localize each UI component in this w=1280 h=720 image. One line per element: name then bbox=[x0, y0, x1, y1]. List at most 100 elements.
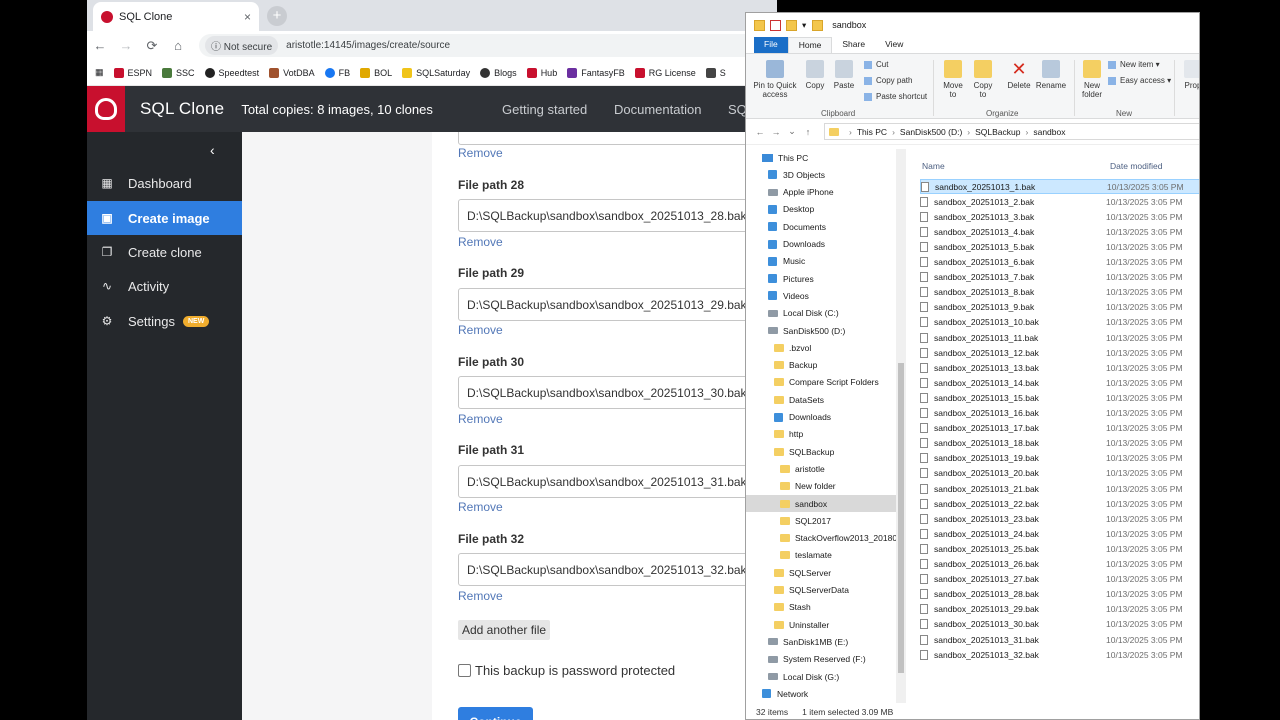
new-folder-quick-icon[interactable] bbox=[786, 19, 797, 31]
file-path-input[interactable] bbox=[458, 553, 777, 586]
recent-dropdown-icon[interactable]: ⌄ bbox=[784, 126, 800, 137]
paste-shortcut-button[interactable]: Paste shortcut bbox=[864, 92, 927, 101]
file-row[interactable]: sandbox_20251013_14.bak 10/13/2025 3:05 P… bbox=[920, 375, 1199, 390]
nav-tree-item[interactable]: teslamate bbox=[746, 547, 896, 564]
bookmark-fb[interactable]: FB bbox=[324, 67, 350, 78]
nav-tree-item[interactable]: New folder bbox=[746, 478, 896, 495]
remove-link[interactable]: Remove bbox=[458, 412, 503, 426]
bookmark-blogs[interactable]: Blogs bbox=[480, 67, 517, 78]
nav-tree-item[interactable]: Uninstaller bbox=[746, 616, 896, 633]
nav-tree-item[interactable]: Documents bbox=[746, 218, 896, 235]
tab-share[interactable]: Share bbox=[832, 37, 875, 53]
copy-path-button[interactable]: Copy path bbox=[864, 76, 912, 85]
file-row[interactable]: sandbox_20251013_7.bak 10/13/2025 3:05 PM bbox=[920, 270, 1199, 285]
bookmark-votdba[interactable]: VotDBA bbox=[269, 67, 315, 78]
file-row[interactable]: sandbox_20251013_1.bak 10/13/2025 3:05 PM bbox=[920, 179, 1199, 194]
bookmark-fantasyfb[interactable]: FantasyFB bbox=[567, 67, 625, 78]
password-protected-checkbox[interactable] bbox=[458, 664, 471, 677]
tab-sql-clone[interactable]: SQL Clone × bbox=[93, 2, 259, 31]
up-arrow-icon[interactable]: ↑ bbox=[800, 127, 816, 137]
file-row[interactable]: sandbox_20251013_30.bak 10/13/2025 3:05 P… bbox=[920, 617, 1199, 632]
tab-file[interactable]: File bbox=[754, 37, 788, 53]
nav-tree-item[interactable]: Stash bbox=[746, 599, 896, 616]
move-to-button[interactable]: Move to bbox=[940, 60, 966, 99]
forward-arrow-icon[interactable]: → bbox=[768, 127, 784, 137]
bookmark-hub[interactable]: Hub bbox=[526, 67, 557, 78]
nav-tree-item[interactable]: Backup bbox=[746, 357, 896, 374]
home-button[interactable]: ⌂ bbox=[165, 38, 191, 53]
back-button[interactable]: ← bbox=[87, 38, 113, 53]
cut-button[interactable]: Cut bbox=[864, 60, 888, 69]
tab-home[interactable]: Home bbox=[787, 37, 833, 53]
forward-button[interactable]: → bbox=[113, 38, 139, 53]
file-row[interactable]: sandbox_20251013_23.bak 10/13/2025 3:05 P… bbox=[920, 511, 1199, 526]
nav-tree-item[interactable]: http bbox=[746, 426, 896, 443]
getting-started-link[interactable]: Getting started bbox=[502, 102, 587, 117]
file-row[interactable]: sandbox_20251013_25.bak 10/13/2025 3:05 P… bbox=[920, 541, 1199, 556]
file-path-input-partial[interactable] bbox=[458, 132, 777, 145]
nav-tree-item[interactable]: 3D Objects bbox=[746, 166, 896, 183]
pin-to-quick-access-button[interactable]: Pin to Quick access bbox=[750, 60, 800, 99]
properties-quick-icon[interactable] bbox=[770, 19, 781, 31]
file-row[interactable]: sandbox_20251013_17.bak 10/13/2025 3:05 P… bbox=[920, 421, 1199, 436]
file-row[interactable]: sandbox_20251013_16.bak 10/13/2025 3:05 P… bbox=[920, 406, 1199, 421]
breadcrumb-sandisk500[interactable]: SanDisk500 (D:) bbox=[900, 127, 962, 137]
sidebar-item-settings[interactable]: ⚙ Settings NEW bbox=[87, 304, 242, 338]
rename-button[interactable]: Rename bbox=[1034, 60, 1068, 90]
nav-tree-item[interactable]: SanDisk1MB (E:) bbox=[746, 633, 896, 650]
file-row[interactable]: sandbox_20251013_8.bak 10/13/2025 3:05 PM bbox=[920, 285, 1199, 300]
nav-tree-item[interactable]: Local Disk (C:) bbox=[746, 305, 896, 322]
file-path-input[interactable] bbox=[458, 465, 777, 498]
file-row[interactable]: sandbox_20251013_27.bak 10/13/2025 3:05 P… bbox=[920, 572, 1199, 587]
sidebar-item-create-clone[interactable]: ❐ Create clone bbox=[87, 235, 242, 269]
file-row[interactable]: sandbox_20251013_2.bak 10/13/2025 3:05 PM bbox=[920, 194, 1199, 209]
bookmark-sqlsaturday[interactable]: SQLSaturday bbox=[402, 67, 470, 78]
nav-tree-item[interactable]: System Reserved (F:) bbox=[746, 651, 896, 668]
nav-tree-item[interactable]: Network bbox=[746, 685, 896, 702]
remove-link[interactable]: Remove bbox=[458, 323, 503, 337]
file-row[interactable]: sandbox_20251013_19.bak 10/13/2025 3:05 P… bbox=[920, 451, 1199, 466]
file-row[interactable]: sandbox_20251013_10.bak 10/13/2025 3:05 P… bbox=[920, 315, 1199, 330]
copy-button[interactable]: Copy bbox=[802, 60, 828, 90]
nav-tree-item[interactable]: DataSets bbox=[746, 391, 896, 408]
file-row[interactable]: sandbox_20251013_26.bak 10/13/2025 3:05 P… bbox=[920, 557, 1199, 572]
nav-tree-item[interactable]: Pictures bbox=[746, 270, 896, 287]
breadcrumb[interactable]: › This PC › SanDisk500 (D:) › SQLBackup … bbox=[824, 123, 1199, 140]
new-tab-button[interactable]: + bbox=[267, 6, 287, 26]
quick-access-dropdown-icon[interactable]: ▾ bbox=[802, 20, 806, 31]
file-row[interactable]: sandbox_20251013_11.bak 10/13/2025 3:05 P… bbox=[920, 330, 1199, 345]
nav-tree-item[interactable]: aristotle bbox=[746, 460, 896, 477]
remove-link[interactable]: Remove bbox=[458, 235, 503, 249]
bookmark-espn[interactable]: ESPN bbox=[113, 67, 152, 78]
nav-tree-item[interactable]: Desktop bbox=[746, 201, 896, 218]
file-row[interactable]: sandbox_20251013_24.bak 10/13/2025 3:05 P… bbox=[920, 526, 1199, 541]
breadcrumb-sandbox[interactable]: sandbox bbox=[1033, 127, 1065, 137]
file-row[interactable]: sandbox_20251013_29.bak 10/13/2025 3:05 P… bbox=[920, 602, 1199, 617]
nav-tree-item[interactable]: .bzvol bbox=[746, 339, 896, 356]
nav-tree-item[interactable]: Videos bbox=[746, 287, 896, 304]
column-header-date-modified[interactable]: Date modified bbox=[1110, 161, 1162, 171]
breadcrumb-this-pc[interactable]: This PC bbox=[857, 127, 887, 137]
file-row[interactable]: sandbox_20251013_15.bak 10/13/2025 3:05 P… bbox=[920, 390, 1199, 405]
paste-button[interactable]: Paste bbox=[831, 60, 857, 90]
file-row[interactable]: sandbox_20251013_22.bak 10/13/2025 3:05 P… bbox=[920, 496, 1199, 511]
collapse-sidebar-icon[interactable]: ‹ bbox=[210, 142, 215, 158]
file-path-input[interactable] bbox=[458, 376, 777, 409]
nav-tree-item[interactable]: SQLServer bbox=[746, 564, 896, 581]
tab-view[interactable]: View bbox=[875, 37, 913, 53]
file-row[interactable]: sandbox_20251013_3.bak 10/13/2025 3:05 PM bbox=[920, 209, 1199, 224]
file-row[interactable]: sandbox_20251013_9.bak 10/13/2025 3:05 PM bbox=[920, 300, 1199, 315]
breadcrumb-sqlbackup[interactable]: SQLBackup bbox=[975, 127, 1020, 137]
file-path-input[interactable] bbox=[458, 288, 777, 321]
nav-tree-item[interactable]: SQL2017 bbox=[746, 512, 896, 529]
file-row[interactable]: sandbox_20251013_13.bak 10/13/2025 3:05 P… bbox=[920, 360, 1199, 375]
file-row[interactable]: sandbox_20251013_32.bak 10/13/2025 3:05 P… bbox=[920, 647, 1199, 662]
nav-tree-item[interactable]: Downloads bbox=[746, 236, 896, 253]
documentation-link[interactable]: Documentation bbox=[614, 102, 701, 117]
column-header-name[interactable]: Name bbox=[922, 161, 945, 171]
password-protected-row[interactable]: This backup is password protected bbox=[458, 663, 675, 678]
add-another-file-button[interactable]: Add another file bbox=[458, 620, 551, 640]
file-row[interactable]: sandbox_20251013_20.bak 10/13/2025 3:05 P… bbox=[920, 466, 1199, 481]
reload-button[interactable]: ⟳ bbox=[139, 38, 165, 54]
remove-link[interactable]: Remove bbox=[458, 500, 503, 514]
